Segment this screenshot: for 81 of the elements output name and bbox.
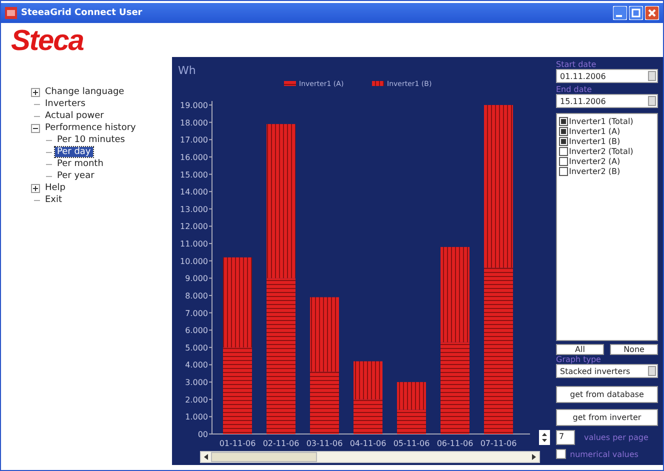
y-tick-label: 1.000 bbox=[185, 412, 208, 422]
tree-item[interactable]: Exit bbox=[43, 195, 64, 205]
legend-swatch bbox=[372, 81, 384, 86]
x-tick-label: 04-11-06 bbox=[350, 439, 386, 448]
bar-segment bbox=[354, 361, 382, 400]
tree-item[interactable]: Per year bbox=[55, 171, 96, 181]
tree-item[interactable]: Actual power bbox=[43, 111, 106, 121]
y-tick-label: 2.000 bbox=[185, 395, 208, 404]
tree-item[interactable]: Per 10 minutes bbox=[55, 135, 127, 145]
tree-item[interactable]: Per month bbox=[55, 159, 106, 169]
tree-item[interactable]: Performence history bbox=[43, 123, 138, 133]
y-tick-label: 6.000 bbox=[185, 326, 208, 336]
y-tick-label: 3.000 bbox=[185, 378, 208, 388]
x-tick-label: 05-11-06 bbox=[393, 439, 430, 448]
tree-item[interactable]: Per day bbox=[55, 147, 93, 157]
horizontal-scrollbar[interactable] bbox=[200, 451, 540, 463]
checkbox-label: Inverter1 (A) bbox=[569, 126, 620, 136]
y-tick-label: 7.000 bbox=[185, 308, 208, 318]
y-tick-label: 00 bbox=[198, 430, 208, 439]
expand-icon[interactable] bbox=[31, 184, 40, 192]
bar-segment bbox=[397, 410, 426, 434]
x-tick-label: 02-11-06 bbox=[262, 439, 300, 448]
y-tick-label: 14.000 bbox=[180, 188, 208, 197]
y-tick-label: 13.000 bbox=[180, 204, 208, 214]
y-tick-label: 18.000 bbox=[180, 118, 208, 128]
bar-segment bbox=[310, 372, 339, 434]
y-tick-label: 11.000 bbox=[180, 240, 208, 249]
expand-icon[interactable] bbox=[31, 88, 40, 96]
checkbox-label: numerical values bbox=[570, 450, 638, 458]
checkbox[interactable] bbox=[556, 449, 566, 459]
bar-segment bbox=[354, 399, 382, 434]
close-icon[interactable] bbox=[645, 6, 659, 20]
checkbox[interactable] bbox=[559, 156, 568, 166]
maximize-icon[interactable] bbox=[629, 6, 643, 20]
y-tick-label: 19.000 bbox=[180, 101, 208, 110]
y-tick-label: 9.000 bbox=[185, 274, 208, 284]
y-tick-label: 12.000 bbox=[180, 222, 208, 232]
checkbox[interactable] bbox=[559, 166, 568, 176]
y-tick-label: 8.000 bbox=[185, 291, 208, 300]
checkbox-label: Inverter1 (B) bbox=[569, 136, 620, 146]
y-tick-label: 5.000 bbox=[185, 343, 208, 352]
minimize-icon[interactable] bbox=[613, 6, 627, 20]
field-label: values per page bbox=[584, 433, 648, 442]
logo: Steca bbox=[11, 25, 84, 58]
y-tick-label: 4.000 bbox=[185, 360, 208, 370]
tree-item[interactable]: Change language bbox=[43, 87, 126, 97]
graph-type-dropdown[interactable]: Stacked inverters bbox=[556, 364, 658, 378]
checkbox-label: Inverter2 (A) bbox=[569, 156, 620, 166]
values-per-page-field[interactable]: 7 bbox=[556, 430, 575, 445]
date-dropdown[interactable]: 15.11.2006 bbox=[556, 94, 658, 108]
unit-label: Wh bbox=[178, 64, 196, 77]
tree-item[interactable]: Inverters bbox=[43, 99, 88, 109]
legend-swatch bbox=[284, 81, 296, 86]
collapse-icon[interactable] bbox=[31, 124, 40, 132]
x-tick-label: 07-11-06 bbox=[480, 439, 517, 448]
fetch-button[interactable]: get from database bbox=[556, 386, 658, 403]
date-dropdown[interactable]: 01.11.2006 bbox=[556, 69, 658, 83]
y-tick-label: 16.000 bbox=[180, 152, 208, 162]
x-tick-label: 06-11-06 bbox=[436, 439, 474, 448]
checkbox-label: Inverter2 (B) bbox=[569, 166, 620, 176]
y-tick-label: 17.000 bbox=[180, 136, 208, 145]
fetch-button[interactable]: get from inverter bbox=[556, 409, 658, 426]
field-label: Start date bbox=[556, 60, 598, 69]
checkbox[interactable] bbox=[559, 126, 568, 136]
select-button[interactable]: None bbox=[610, 344, 658, 355]
bar-segment bbox=[397, 382, 426, 410]
checkbox-label: Inverter1 (Total) bbox=[569, 116, 634, 126]
app-icon bbox=[5, 7, 17, 19]
field-label: Graph type bbox=[556, 355, 602, 364]
checkbox[interactable] bbox=[559, 146, 568, 156]
select-button[interactable]: All bbox=[556, 344, 604, 355]
y-tick-label: 10.000 bbox=[180, 256, 208, 266]
x-tick-label: 03-11-06 bbox=[306, 439, 343, 448]
x-tick-label: 01-11-06 bbox=[219, 439, 256, 448]
field-label: End date bbox=[556, 85, 593, 94]
checkbox[interactable] bbox=[559, 116, 568, 126]
y-tick-label: 15.000 bbox=[180, 170, 208, 180]
window-title: SteeaGrid Connect User bbox=[21, 8, 144, 18]
checkbox-label: Inverter2 (Total) bbox=[569, 146, 634, 156]
checkbox[interactable] bbox=[559, 136, 568, 146]
tree-item[interactable]: Help bbox=[43, 183, 68, 193]
